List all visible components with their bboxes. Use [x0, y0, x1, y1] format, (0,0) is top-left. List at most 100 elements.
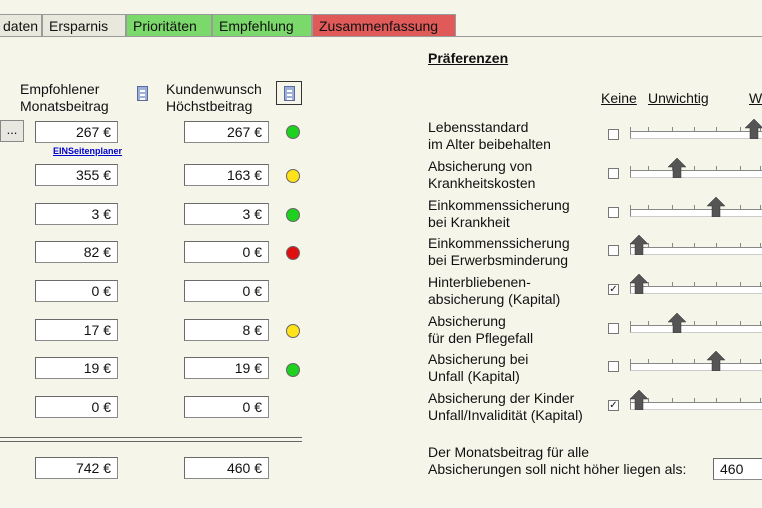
preference-slider[interactable]	[630, 274, 762, 296]
calculator-icon[interactable]	[137, 86, 148, 101]
total-wish-field[interactable]: 460 €	[184, 457, 269, 479]
preference-label-line2: absicherung (Kapital)	[428, 291, 561, 307]
slider-tick	[630, 205, 631, 209]
recommended-field[interactable]: 82 €	[35, 241, 118, 263]
slider-thumb-icon[interactable]	[630, 274, 648, 294]
calculator-button[interactable]	[276, 81, 302, 105]
recommended-field[interactable]: 17 €	[35, 319, 118, 341]
slider-tick	[694, 205, 695, 209]
preference-slider[interactable]	[630, 390, 762, 412]
tab-ersparnis[interactable]: Ersparnis	[42, 14, 126, 36]
recommended-field[interactable]: 19 €	[35, 357, 118, 379]
slider-tick	[716, 398, 717, 402]
slider-tick	[694, 398, 695, 402]
total-recommended-field[interactable]: 742 €	[35, 457, 118, 479]
tab-empfehlung[interactable]: Empfehlung	[212, 14, 312, 36]
preference-label-line1: Einkommenssicherung	[428, 197, 570, 213]
slider-tick	[648, 205, 649, 209]
recommended-field[interactable]: 0 €	[35, 396, 118, 418]
recommended-header-line2: Monatsbeitrag	[20, 98, 109, 114]
slider-tick	[672, 398, 673, 402]
recommended-field[interactable]: 0 €	[35, 280, 118, 302]
slider-tick	[740, 166, 741, 170]
wish-field[interactable]: 19 €	[184, 357, 269, 379]
preference-label: Einkommenssicherung bei Erwerbsminderung	[428, 235, 570, 269]
slider-tick	[672, 243, 673, 247]
preference-slider[interactable]	[630, 197, 762, 219]
status-indicator-green	[286, 363, 300, 377]
check-mark-icon: ✓	[609, 284, 618, 295]
preference-slider[interactable]	[630, 119, 762, 141]
slider-thumb-icon[interactable]	[707, 351, 725, 371]
slider-tick	[694, 127, 695, 131]
recommended-field[interactable]: 267 €	[35, 121, 118, 143]
slider-tick	[760, 398, 761, 402]
wish-header-line2: Höchstbeitrag	[166, 98, 253, 114]
slider-thumb-icon[interactable]	[630, 235, 648, 255]
slider-tick	[648, 282, 649, 286]
scale-label-keine: Keine	[601, 90, 637, 106]
preference-checkbox[interactable]	[608, 323, 619, 334]
tab-divider	[0, 36, 762, 37]
wish-field[interactable]: 0 €	[184, 241, 269, 263]
wish-field[interactable]: 0 €	[184, 396, 269, 418]
check-mark-icon: ✓	[609, 400, 618, 411]
preference-label-line1: Hinterbliebenen-	[428, 274, 531, 290]
wish-header: Kundenwunsch Höchstbeitrag	[166, 81, 262, 115]
preference-checkbox[interactable]	[608, 129, 619, 140]
wish-field[interactable]: 3 €	[184, 203, 269, 225]
status-indicator-green	[286, 208, 300, 222]
preference-label-line2: für den Pflegefall	[428, 330, 534, 346]
slider-tick	[694, 359, 695, 363]
wish-field[interactable]: 0 €	[184, 280, 269, 302]
max-contribution-label-line2: Absicherungen soll nicht höher liegen al…	[428, 461, 687, 477]
scale-label-wichtig: W	[749, 90, 762, 106]
max-contribution-input[interactable]: 460	[713, 458, 762, 480]
slider-tick	[760, 166, 761, 170]
preference-label-line2: Unfall/Invalidität (Kapital)	[428, 407, 583, 423]
preference-checkbox[interactable]	[608, 207, 619, 218]
tab-zusammenfassung[interactable]: Zusammenfassung	[312, 14, 456, 36]
slider-tick	[648, 359, 649, 363]
preference-checkbox[interactable]: ✓	[608, 400, 619, 411]
slider-thumb-icon[interactable]	[668, 158, 686, 178]
total-separator	[0, 441, 302, 442]
preference-slider[interactable]	[630, 158, 762, 180]
slider-tick	[630, 166, 631, 170]
status-indicator-red	[286, 246, 300, 260]
tab-daten[interactable]: daten	[0, 14, 42, 36]
preference-slider[interactable]	[630, 313, 762, 335]
preference-label-line2: Unfall (Kapital)	[428, 368, 520, 384]
preference-checkbox[interactable]: ✓	[608, 284, 619, 295]
recommended-field[interactable]: 3 €	[35, 203, 118, 225]
slider-tick	[740, 282, 741, 286]
preference-checkbox[interactable]	[608, 361, 619, 372]
preference-label-line1: Absicherung bei	[428, 351, 529, 367]
slider-tick	[740, 243, 741, 247]
preference-label-line1: Lebensstandard	[428, 119, 529, 135]
slider-thumb-icon[interactable]	[668, 313, 686, 333]
more-button[interactable]: ...	[0, 120, 24, 142]
slider-track	[630, 131, 762, 139]
wish-field[interactable]: 267 €	[184, 121, 269, 143]
slider-tick	[716, 321, 717, 325]
preference-label-line1: Absicherung der Kinder	[428, 390, 575, 406]
preference-checkbox[interactable]	[608, 245, 619, 256]
preference-slider[interactable]	[630, 351, 762, 373]
preference-slider[interactable]	[630, 235, 762, 257]
slider-thumb-icon[interactable]	[745, 119, 762, 139]
slider-tick	[716, 127, 717, 131]
wish-field[interactable]: 163 €	[184, 164, 269, 186]
preference-label-line1: Absicherung	[428, 313, 506, 329]
scale-label-unwichtig: Unwichtig	[648, 90, 709, 106]
planner-link[interactable]: EINSeitenplaner	[53, 146, 122, 156]
preference-label: Absicherung von Krankheitskosten	[428, 158, 535, 192]
max-contribution-label: Der Monatsbeitrag für alle Absicherungen…	[428, 444, 686, 478]
recommended-field[interactable]: 355 €	[35, 164, 118, 186]
preference-label-line1: Absicherung von	[428, 158, 533, 174]
preference-checkbox[interactable]	[608, 168, 619, 179]
slider-thumb-icon[interactable]	[630, 390, 648, 410]
slider-thumb-icon[interactable]	[707, 197, 725, 217]
wish-field[interactable]: 8 €	[184, 319, 269, 341]
tab-prioritaeten[interactable]: Prioritäten	[126, 14, 212, 36]
